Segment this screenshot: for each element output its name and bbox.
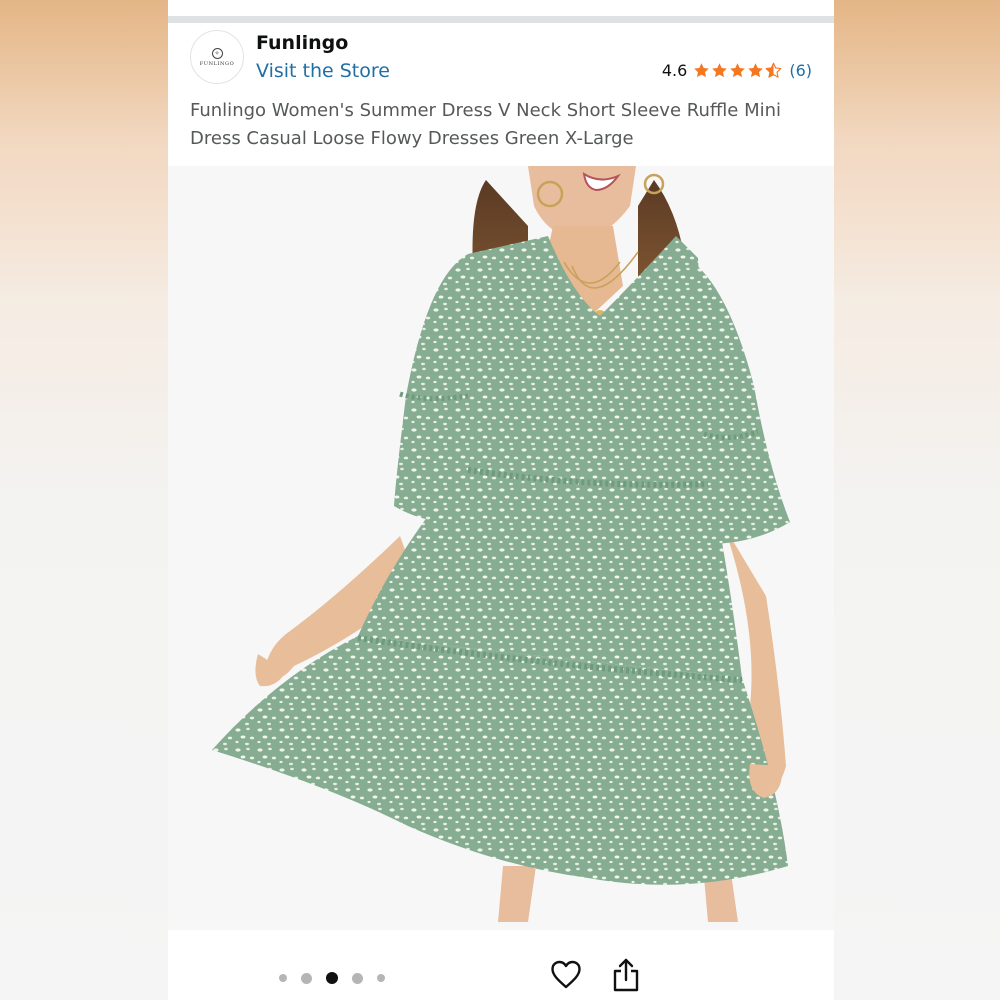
star-rating (693, 62, 783, 79)
page-dot[interactable] (279, 974, 287, 982)
rating-count[interactable]: (6) (789, 61, 812, 80)
product-image[interactable] (168, 166, 834, 930)
bottom-bar (168, 930, 834, 1000)
page-dot[interactable] (377, 974, 385, 982)
star-half-icon (765, 62, 782, 78)
product-photo (168, 166, 834, 930)
star-full-icon (712, 63, 728, 78)
page-dot-active[interactable] (326, 972, 338, 984)
heart-icon[interactable] (550, 959, 582, 991)
store-logo-mark-icon: ✧ (211, 47, 223, 59)
store-logo[interactable]: ✧ FUNLINGO (190, 30, 244, 84)
page-dot[interactable] (352, 972, 363, 984)
rating-value: 4.6 (661, 61, 688, 80)
share-icon[interactable] (612, 958, 640, 992)
background-right (834, 0, 1000, 1000)
visit-store-link[interactable]: Visit the Store (256, 60, 390, 82)
rating-summary[interactable]: 4.6 (6) (662, 61, 812, 80)
store-name[interactable]: Funlingo (256, 32, 348, 54)
page-dot[interactable] (301, 972, 312, 984)
image-pagination[interactable] (279, 971, 385, 985)
product-title: Funlingo Women's Summer Dress V Neck Sho… (190, 100, 782, 149)
store-logo-text: FUNLINGO (199, 60, 235, 67)
star-full-icon (694, 63, 710, 78)
product-screen: ✧ FUNLINGO Funlingo Visit the Store 4.6 … (168, 0, 834, 1000)
section-divider (168, 16, 834, 23)
star-full-icon (730, 63, 746, 78)
background-left (0, 0, 168, 1000)
star-full-icon (748, 63, 764, 78)
top-strip (168, 0, 834, 16)
